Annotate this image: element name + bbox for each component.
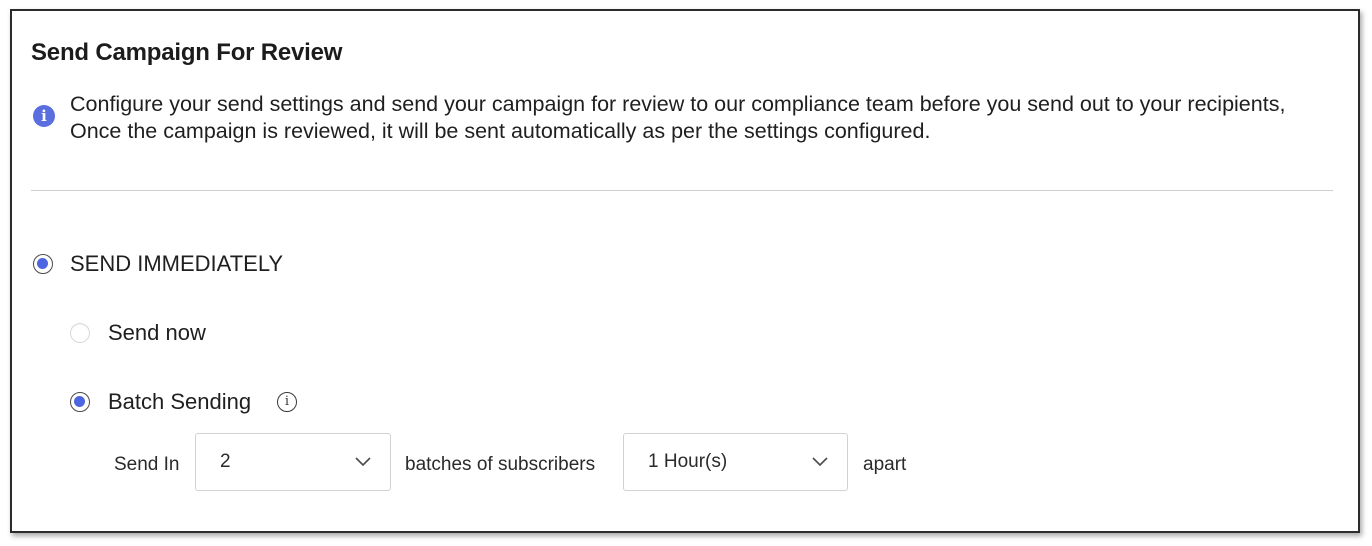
batches-count-select[interactable]: 2 bbox=[195, 433, 391, 491]
info-icon: i bbox=[33, 105, 55, 127]
divider bbox=[31, 190, 1333, 191]
batch-interval-select[interactable]: 1 Hour(s) bbox=[623, 433, 848, 491]
send-immediately-radio[interactable] bbox=[33, 254, 53, 274]
apart-label: apart bbox=[863, 454, 907, 475]
batch-info-icon[interactable]: i bbox=[277, 392, 297, 412]
batch-sending-label[interactable]: Batch Sending bbox=[108, 389, 251, 415]
send-now-radio[interactable] bbox=[70, 323, 90, 343]
send-campaign-review-panel: Send Campaign For Review i Configure you… bbox=[10, 9, 1360, 533]
send-in-label: Send In bbox=[114, 454, 180, 475]
batches-count-value: 2 bbox=[220, 451, 231, 472]
chevron-down-icon bbox=[812, 457, 828, 467]
send-now-label[interactable]: Send now bbox=[108, 320, 206, 346]
panel-title: Send Campaign For Review bbox=[31, 39, 343, 66]
chevron-down-icon bbox=[355, 457, 371, 467]
batch-sending-radio[interactable] bbox=[70, 392, 90, 412]
info-message: Configure your send settings and send yo… bbox=[70, 92, 1286, 143]
batches-of-subscribers-label: batches of subscribers bbox=[405, 454, 596, 475]
batch-interval-value: 1 Hour(s) bbox=[648, 451, 728, 472]
send-immediately-label[interactable]: SEND IMMEDIATELY bbox=[70, 251, 283, 277]
